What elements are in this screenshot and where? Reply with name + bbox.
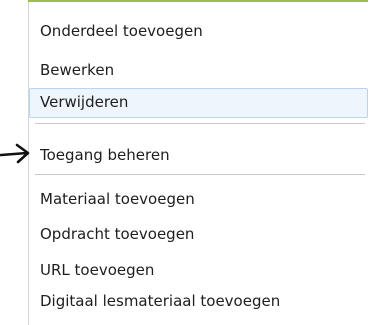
menu-separator xyxy=(35,123,365,124)
menu-item-opdracht-toevoegen[interactable]: Opdracht toevoegen xyxy=(29,220,368,250)
menu-item-url-toevoegen[interactable]: URL toevoegen xyxy=(29,256,368,286)
menu-item-verwijderen[interactable]: Verwijderen xyxy=(29,88,368,118)
menu-item-digitaal-lesmateriaal-toevoegen[interactable]: Digitaal lesmateriaal toevoegen xyxy=(29,287,368,317)
page: Onderdeel toevoegen Bewerken Verwijderen… xyxy=(0,0,372,325)
menu-separator xyxy=(35,174,365,175)
menu-item-toegang-beheren[interactable]: Toegang beheren xyxy=(29,141,368,171)
menu-item-bewerken[interactable]: Bewerken xyxy=(29,56,368,86)
context-menu: Onderdeel toevoegen Bewerken Verwijderen… xyxy=(28,2,371,325)
menu-item-onderdeel-toevoegen[interactable]: Onderdeel toevoegen xyxy=(29,17,368,47)
menu-item-materiaal-toevoegen[interactable]: Materiaal toevoegen xyxy=(29,185,368,215)
arrow-right-icon xyxy=(0,143,30,164)
